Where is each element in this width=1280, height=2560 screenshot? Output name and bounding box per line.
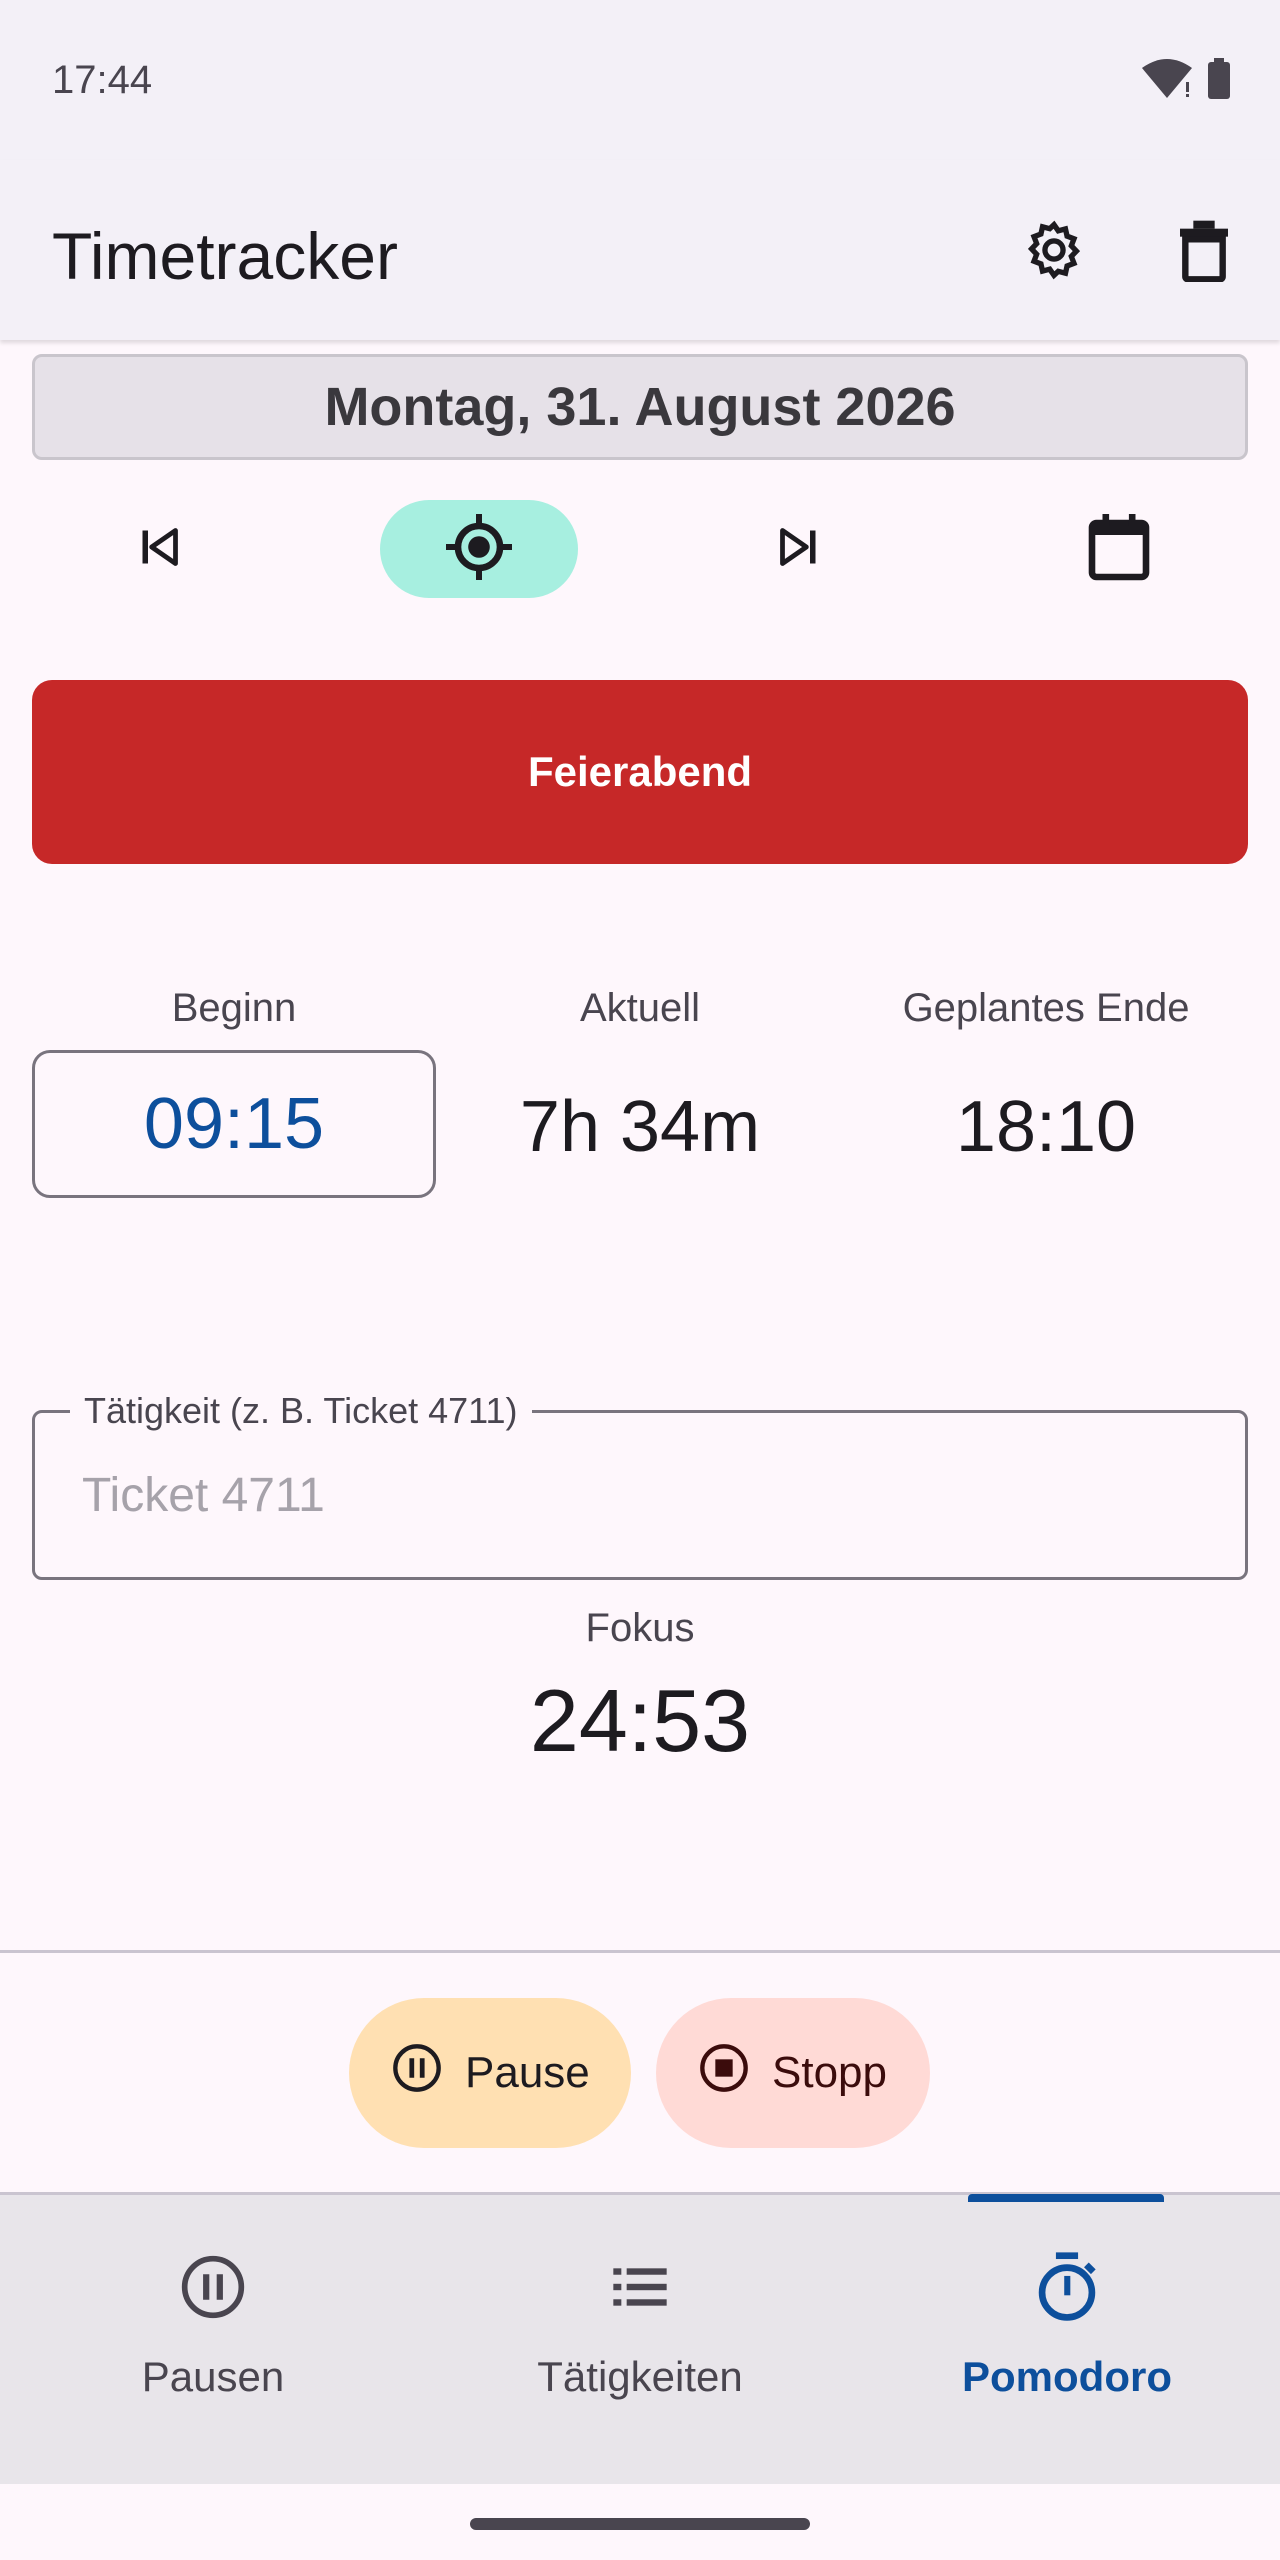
bottom-navigation: Pausen Tätigkeiten Pomodoro — [0, 2192, 1280, 2484]
activity-field-label: Tätigkeit (z. B. Ticket 4711) — [70, 1390, 532, 1432]
nav-item-label: Tätigkeiten — [537, 2353, 743, 2400]
skip-previous-icon — [137, 525, 181, 574]
battery-icon — [1206, 58, 1232, 105]
divider — [0, 1950, 1280, 1953]
begin-label: Beginn — [171, 986, 297, 1030]
settings-icon — [1022, 218, 1086, 287]
nav-item-taetigkeiten[interactable]: Tätigkeiten — [427, 2195, 853, 2487]
nav-item-label: Pausen — [141, 2353, 285, 2400]
current-label: Aktuell — [579, 986, 701, 1030]
begin-time-field[interactable]: 09:15 — [32, 1050, 436, 1198]
next-day-button[interactable] — [700, 500, 898, 598]
today-button[interactable] — [380, 500, 578, 598]
status-time: 17:44 — [52, 58, 153, 102]
stop-circle-icon — [698, 2042, 750, 2105]
home-indicator[interactable] — [470, 2518, 810, 2530]
planned-end-value: 18:10 — [955, 1087, 1137, 1167]
skip-next-icon — [777, 525, 821, 574]
app-title: Timetracker — [52, 219, 398, 293]
stop-button-label: Stopp — [772, 2048, 887, 2097]
wifi-icon — [1140, 58, 1194, 105]
focus-label: Fokus — [585, 1606, 695, 1650]
calendar-button[interactable] — [1020, 500, 1218, 598]
list-icon — [600, 2247, 680, 2327]
pause-circle-icon — [391, 2042, 443, 2105]
nav-item-pausen[interactable]: Pausen — [0, 2195, 426, 2487]
focus-timer: 24:53 — [529, 1671, 751, 1770]
stop-button[interactable]: Stopp — [656, 1998, 930, 2148]
active-tab-indicator — [968, 2194, 1164, 2202]
pause-button-label: Pause — [465, 2048, 590, 2097]
delete-icon — [1176, 218, 1232, 287]
previous-day-button[interactable] — [60, 500, 258, 598]
status-bar: 17:44 — [0, 0, 1280, 160]
current-value: 7h 34m — [519, 1087, 761, 1167]
today-target-icon — [443, 511, 515, 588]
settings-button[interactable] — [1006, 204, 1102, 300]
calendar-icon — [1085, 511, 1153, 588]
end-day-button[interactable]: Feierabend — [32, 680, 1248, 864]
activity-input[interactable]: Ticket 4711 — [82, 1468, 325, 1523]
nav-item-pomodoro[interactable]: Pomodoro — [854, 2195, 1280, 2487]
date-header[interactable]: Montag, 31. August 2026 — [32, 354, 1248, 460]
status-icons — [1140, 58, 1232, 105]
planned-end-label: Geplantes Ende — [902, 986, 1190, 1030]
delete-button[interactable] — [1156, 204, 1252, 300]
pause-button[interactable]: Pause — [349, 1998, 631, 2148]
nav-item-label: Pomodoro — [962, 2353, 1172, 2400]
app-bar: Timetracker — [0, 160, 1280, 340]
pause-circle-icon — [173, 2247, 253, 2327]
stopwatch-icon — [1027, 2247, 1107, 2327]
